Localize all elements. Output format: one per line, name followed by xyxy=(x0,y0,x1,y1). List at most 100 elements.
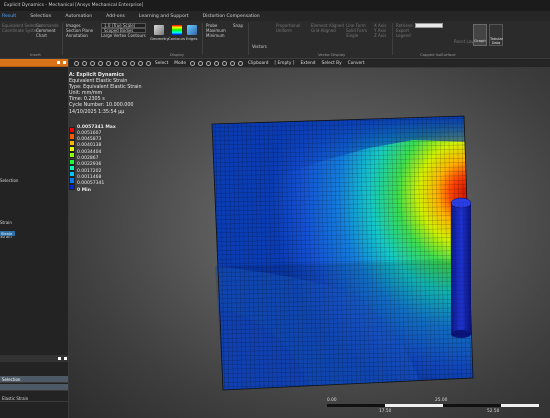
zoom-in-icon[interactable] xyxy=(105,60,111,66)
menu-bar: Result Selection Automation Add-ons Lear… xyxy=(0,11,550,21)
scale-segment xyxy=(501,404,539,407)
tree-item-selected[interactable]: Strain xyxy=(0,231,15,236)
snap-group: Snap xyxy=(233,23,243,28)
image-group: Images Section Plane Annotation xyxy=(66,23,93,39)
details-row[interactable] xyxy=(0,384,68,391)
select-edge-icon[interactable] xyxy=(198,60,204,66)
capped-isosurface-group xyxy=(415,23,443,28)
geometry-label: Geometry xyxy=(150,36,169,41)
vector-align-group: Element Aligned Grid Aligned xyxy=(311,23,344,33)
mesh-model[interactable] xyxy=(69,68,550,418)
scale-tick: 0.00 xyxy=(327,398,337,403)
clipboard-button[interactable]: Clipboard xyxy=(245,61,272,66)
scale-segment xyxy=(443,404,501,407)
isosurface-slider[interactable] xyxy=(415,23,443,28)
window-title: Explicit Dynamics - Mechanical [Ansys Me… xyxy=(4,3,144,8)
single-button[interactable]: Single xyxy=(346,33,367,38)
graph-button[interactable]: Graph xyxy=(473,24,487,46)
contours-button[interactable]: Contours xyxy=(168,25,185,41)
mode-button[interactable]: Mode xyxy=(171,61,189,66)
scale-segment xyxy=(327,404,385,407)
details-row[interactable]: Elastic Strain xyxy=(0,395,68,402)
select-vertex-icon[interactable] xyxy=(190,60,196,66)
scale-group: 1.0 (True Scale) Scoped Bodies Large Ver… xyxy=(101,23,146,38)
next-view-icon[interactable] xyxy=(145,60,151,66)
tree-item[interactable]: Strain xyxy=(0,220,12,225)
probe-group: Probe Maximum Minimum xyxy=(206,23,226,39)
annotation-button[interactable]: Annotation xyxy=(66,33,93,38)
select-by-button[interactable]: Select By xyxy=(319,61,345,66)
ribbon-separator xyxy=(248,23,249,55)
scale-bar: 0.00 25.00 17.50 52.50 xyxy=(327,398,539,414)
contours-label: Contours xyxy=(168,36,186,41)
display-label: Display xyxy=(170,52,184,57)
edges-label: Edges xyxy=(186,36,198,41)
menu-selection[interactable]: Selection xyxy=(23,14,58,19)
ribbon-separator xyxy=(202,23,203,55)
minimum-button[interactable]: Minimum xyxy=(206,33,226,38)
tree-item[interactable]: Selection xyxy=(0,178,18,183)
chart-button[interactable]: Chart xyxy=(36,33,59,38)
select-button[interactable]: Select xyxy=(152,61,171,66)
mesh-grid xyxy=(212,116,473,390)
select-node-icon[interactable] xyxy=(222,60,228,66)
outline-panel-header xyxy=(0,59,68,67)
details-header xyxy=(0,355,68,362)
vector-display-label: Vector Display xyxy=(318,52,346,57)
grid-aligned-button[interactable]: Grid Aligned xyxy=(311,28,344,33)
menu-distortion-compensation[interactable]: Distortion Compensation xyxy=(196,14,267,19)
window-title-bar: Explicit Dynamics - Mechanical [Ansys Me… xyxy=(0,0,550,11)
zoom-box-icon[interactable] xyxy=(121,60,127,66)
uniform-button[interactable]: Uniform xyxy=(276,28,300,33)
legend-button[interactable]: Legend xyxy=(396,33,413,38)
select-face-icon[interactable] xyxy=(206,60,212,66)
edges-button[interactable]: Edges xyxy=(186,25,198,41)
tabular-data-label: Tabular Data xyxy=(490,37,504,45)
insert-group-2: Commands Comment Chart xyxy=(36,23,59,39)
menu-result[interactable]: Result xyxy=(2,14,23,19)
select-element-face-icon[interactable] xyxy=(238,60,244,66)
pin-icon[interactable] xyxy=(57,61,60,64)
fit-icon[interactable] xyxy=(97,60,103,66)
close-icon[interactable] xyxy=(64,357,67,360)
convert-button[interactable]: Convert xyxy=(345,61,368,66)
ribbon-separator xyxy=(62,23,63,55)
pan-icon[interactable] xyxy=(81,60,87,66)
insert-label: Insert xyxy=(30,52,41,57)
z-axis-button[interactable]: Z Axis xyxy=(374,33,386,38)
select-element-icon[interactable] xyxy=(230,60,236,66)
graph-label: Graph xyxy=(474,38,486,43)
cylinder-mesh xyxy=(451,202,471,335)
select-body-icon[interactable] xyxy=(214,60,220,66)
vector-form-group: Line Form Solid Form Single xyxy=(346,23,367,39)
snap-button[interactable]: Snap xyxy=(233,23,243,28)
extend-button[interactable]: Extend xyxy=(297,61,318,66)
magnifier-icon[interactable] xyxy=(129,60,135,66)
menu-learning-support[interactable]: Learning and Support xyxy=(132,14,196,19)
ribbon: Equivalent Selection Coordinate System C… xyxy=(0,21,550,59)
close-icon[interactable] xyxy=(63,61,66,64)
rotate-icon[interactable] xyxy=(89,60,95,66)
geometry-button[interactable]: Geometry xyxy=(150,25,169,41)
zoom-out-icon[interactable] xyxy=(113,60,119,66)
scale-tick: 25.00 xyxy=(435,398,448,403)
large-vertex-contours-checkbox[interactable]: Large Vertex Contours xyxy=(101,33,146,38)
ribbon-separator xyxy=(392,23,393,55)
scale-tick: 52.50 xyxy=(487,409,500,414)
pin-icon[interactable] xyxy=(58,357,61,360)
geometry-icon xyxy=(154,25,165,35)
menu-add-ons[interactable]: Add-ons xyxy=(99,14,132,19)
menu-automation[interactable]: Automation xyxy=(58,14,99,19)
clipboard-empty-label: [ Empty ] xyxy=(274,60,295,66)
details-row[interactable]: Selection xyxy=(0,376,68,383)
outline-panel: Selection Strain Strain Strain Selection… xyxy=(0,59,69,418)
vector-group: Proportional Uniform xyxy=(276,23,300,33)
capped-isosurface-label: Capped IsoSurface xyxy=(420,52,456,57)
edges-icon xyxy=(186,25,197,35)
previous-view-icon[interactable] xyxy=(137,60,143,66)
graphics-toolbar: Select Mode Clipboard [ Empty ] Extend S… xyxy=(0,59,550,68)
tabular-data-button[interactable]: Tabular Data xyxy=(489,24,503,46)
axis-group: X Axis Y Axis Z Axis xyxy=(374,23,386,39)
zoom-icon[interactable] xyxy=(73,60,79,66)
graphics-viewport[interactable]: A: Explicit Dynamics Equivalent Elastic … xyxy=(69,68,550,418)
